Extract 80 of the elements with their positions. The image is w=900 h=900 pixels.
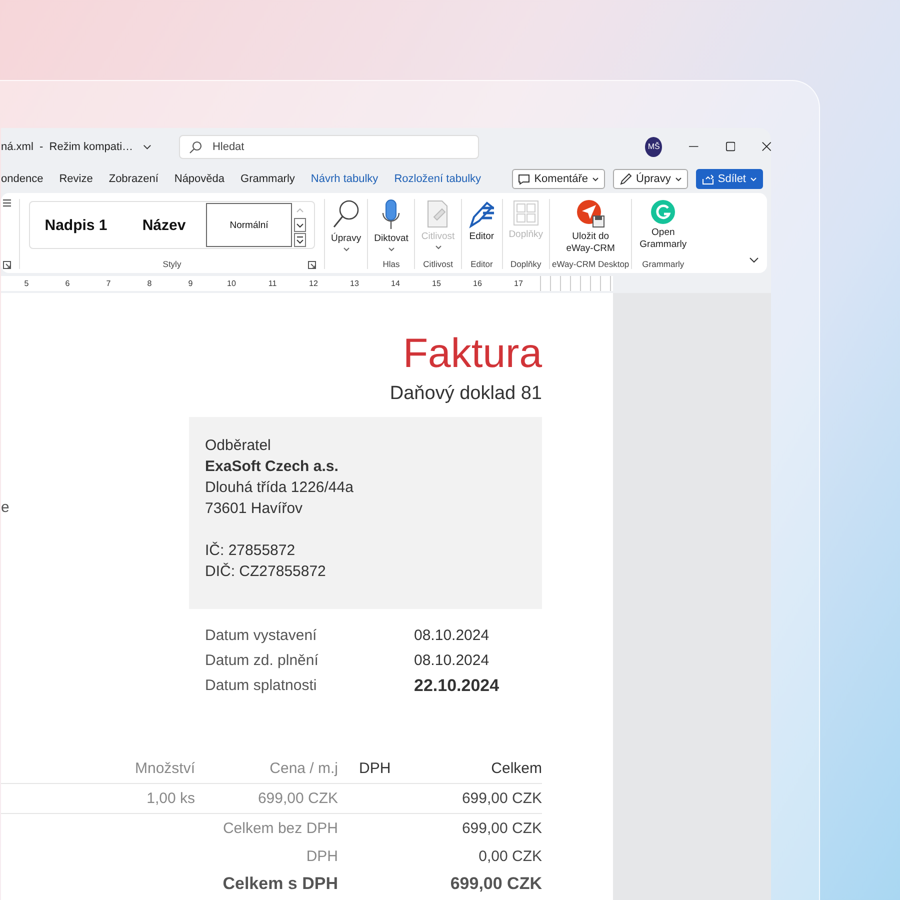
group-label: Hlas — [382, 259, 400, 269]
group-label: Styly — [162, 259, 182, 269]
ribbon-tab[interactable]: Revize — [59, 173, 93, 185]
column-header: Cena / m.j — [268, 760, 338, 777]
chevron-down-icon — [674, 176, 682, 182]
grid-icon — [512, 199, 539, 227]
chevron-down-icon — [592, 176, 600, 182]
total-value: 699,00 CZK — [460, 820, 542, 836]
ribbon-tab[interactable]: Rozložení tabulky — [394, 173, 482, 185]
ribbon-tab[interactable]: Zobrazení — [108, 173, 158, 185]
group-label: eWay-CRM Desktop — [552, 259, 630, 269]
edit-button[interactable]: Úpravy — [613, 169, 688, 189]
date-value: 08.10.2024 — [414, 652, 490, 669]
expand-gallery-icon[interactable] — [294, 233, 306, 247]
ribbon-tab[interactable]: Návrh tabulky — [310, 173, 378, 185]
style-option[interactable]: Nadpis 1 — [30, 203, 122, 247]
search-field[interactable]: Hledat — [179, 134, 480, 158]
date-value: 22.10.2024 — [414, 676, 500, 696]
ribbon-button[interactable]: Editor — [464, 199, 500, 244]
total-label: Celkem bez DPH — [222, 820, 338, 836]
style-option[interactable]: Normální — [206, 203, 292, 247]
group-label: Citlivost — [423, 259, 453, 269]
dialog-launcher-icon[interactable] — [3, 261, 11, 269]
chevron-down-icon — [342, 247, 350, 252]
pencil-icon — [619, 172, 632, 186]
group-label: Editor — [470, 259, 493, 269]
column-header: DPH — [358, 760, 392, 777]
share-button[interactable]: Sdílet — [696, 169, 763, 189]
invoice-title: Faktura — [403, 329, 542, 377]
ribbon-button[interactable]: Diktovat — [370, 199, 412, 252]
chevron-down-icon[interactable] — [749, 257, 759, 263]
total-value: 699,00 CZK — [449, 874, 542, 894]
total-value: 0,00 CZK — [478, 848, 542, 864]
column-header: Množství — [134, 760, 195, 777]
group-label: Doplňky — [510, 259, 542, 269]
list-icon[interactable] — [3, 199, 11, 209]
column-header: Celkem — [490, 760, 542, 777]
chevron-down-icon[interactable] — [143, 144, 152, 150]
chevron-down-icon — [388, 247, 395, 252]
ribbon-tab[interactable]: ondence — [1, 173, 44, 185]
ribbon-button[interactable]: Uložit do eWay-CRM — [554, 199, 628, 256]
table-cell-text: 1,00 ks — [146, 790, 195, 807]
company-id: DIČ: CZ27855872 — [205, 562, 327, 582]
date-value: 08.10.2024 — [414, 627, 490, 644]
ribbon-tab[interactable]: Nápověda — [174, 173, 225, 185]
date-label: Datum splatnosti — [205, 677, 318, 694]
customer-name: ExaSoft Czech a.s. — [205, 457, 340, 477]
ribbon-button[interactable]: Úpravy — [327, 199, 366, 252]
date-label: Datum zd. plnění — [205, 652, 320, 669]
date-label: Datum vystavení — [205, 627, 318, 644]
comment-button[interactable]: Komentáře — [512, 169, 606, 189]
ruler-number: 9 — [170, 276, 211, 291]
table-cell-text: 699,00 CZK — [256, 790, 338, 807]
dialog-launcher-icon[interactable] — [308, 261, 316, 269]
table-cell-text: 699,00 CZK — [460, 790, 542, 807]
style-option[interactable]: Název — [122, 203, 206, 247]
comment-icon — [518, 174, 530, 184]
ribbon-tab[interactable]: Grammarly — [240, 173, 295, 185]
ribbon-button[interactable]: Open Grammarly — [634, 199, 692, 252]
maximize-icon[interactable] — [726, 141, 735, 152]
search-icon — [189, 140, 202, 154]
total-label: Celkem s DPH — [222, 874, 338, 894]
company-id: IČ: 27855872 — [205, 540, 296, 561]
total-label: DPH — [305, 848, 338, 864]
microphone-icon — [381, 199, 402, 231]
customer-heading: Odběratel — [205, 436, 272, 456]
group-label: Grammarly — [642, 259, 684, 269]
invoice-subtitle: Daňový doklad 81 — [390, 383, 542, 405]
chevron-down-icon — [750, 176, 757, 182]
arrow-floppy-icon — [576, 199, 606, 229]
document-title[interactable]: ná.xml - Režim kompati… — [1, 140, 134, 152]
chevron-down-icon — [434, 245, 442, 250]
text-fragment: e — [1, 499, 10, 516]
user-avatar[interactable]: MŠ — [645, 136, 662, 156]
share-icon — [702, 174, 714, 184]
scroll-down-icon[interactable] — [294, 218, 306, 232]
address-line: 73601 Havířov — [205, 499, 304, 519]
pen-icon — [468, 199, 496, 229]
address-line: Dlouhá třída 1226/44a — [205, 478, 354, 498]
close-icon[interactable] — [762, 141, 771, 152]
